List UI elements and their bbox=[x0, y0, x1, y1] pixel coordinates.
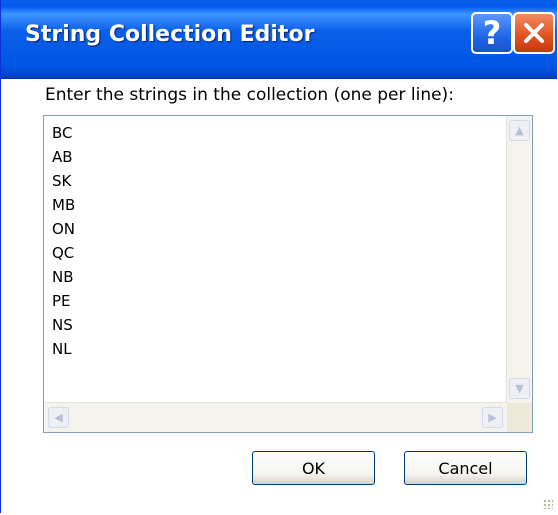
string-line: MB bbox=[52, 196, 76, 214]
vertical-scrollbar[interactable]: ▲ ▼ bbox=[506, 116, 532, 403]
dialog-body: Enter the strings in the collection (one… bbox=[1, 79, 557, 513]
cancel-button[interactable]: Cancel bbox=[404, 451, 527, 485]
string-line: ON bbox=[52, 220, 76, 238]
editor-prompt-label: Enter the strings in the collection (one… bbox=[45, 85, 454, 105]
window-title: String Collection Editor bbox=[25, 22, 315, 47]
string-line: NS bbox=[52, 316, 73, 334]
help-icon: ? bbox=[482, 14, 502, 52]
scroll-up-button[interactable]: ▲ bbox=[509, 120, 530, 141]
chevron-up-icon: ▲ bbox=[515, 124, 524, 137]
strings-textarea[interactable]: BC AB SK MB ON QC NB PE NS NL ▲ ▼ ◀ ▶ bbox=[43, 115, 533, 433]
string-line: QC bbox=[52, 244, 75, 262]
help-button[interactable]: ? bbox=[471, 12, 513, 54]
string-line: BC bbox=[52, 124, 73, 142]
close-button[interactable] bbox=[513, 12, 555, 54]
chevron-down-icon: ▼ bbox=[515, 382, 524, 395]
chevron-left-icon: ◀ bbox=[54, 411, 63, 424]
resize-grip-icon[interactable] bbox=[543, 499, 553, 509]
string-collection-editor-window: String Collection Editor ? Enter the str… bbox=[0, 0, 557, 513]
string-line: NB bbox=[52, 268, 74, 286]
string-line: SK bbox=[52, 172, 72, 190]
string-line: NL bbox=[52, 340, 72, 358]
strings-list: BC AB SK MB ON QC NB PE NS NL bbox=[52, 121, 75, 361]
horizontal-scrollbar[interactable]: ◀ ▶ bbox=[44, 402, 507, 432]
scroll-down-button[interactable]: ▼ bbox=[509, 378, 530, 399]
string-line: PE bbox=[52, 292, 71, 310]
ok-button[interactable]: OK bbox=[252, 451, 375, 485]
close-icon bbox=[524, 23, 544, 43]
scrollbar-corner bbox=[507, 403, 532, 432]
scroll-left-button[interactable]: ◀ bbox=[48, 407, 69, 428]
string-line: AB bbox=[52, 148, 73, 166]
chevron-right-icon: ▶ bbox=[488, 411, 497, 424]
title-bar[interactable]: String Collection Editor ? bbox=[1, 0, 557, 79]
scroll-right-button[interactable]: ▶ bbox=[482, 407, 503, 428]
